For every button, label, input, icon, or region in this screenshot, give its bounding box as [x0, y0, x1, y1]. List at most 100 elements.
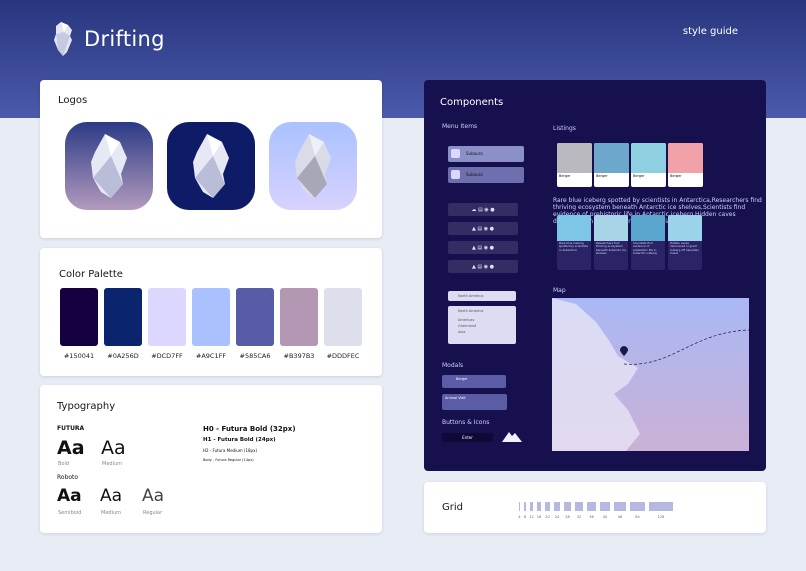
sample-semibold: Aa — [57, 486, 82, 506]
grid-label: 64 — [635, 515, 640, 519]
sample-bold: Aa — [57, 437, 85, 459]
grid-bar — [630, 502, 645, 511]
news-image — [668, 215, 702, 241]
map-view[interactable] — [552, 298, 749, 451]
logos-title: Logos — [58, 95, 88, 106]
label-medium: Medium — [102, 461, 122, 467]
buttons-heading: Buttons & Icons — [442, 419, 490, 426]
listing-image — [668, 143, 703, 173]
location-pin-icon[interactable] — [620, 346, 628, 356]
sample-medium-roboto: Aa — [100, 486, 123, 506]
grid-title: Grid — [442, 502, 463, 513]
components-panel: Components Menu Items Listings Subaura S… — [424, 80, 766, 471]
color-hex-label: #DDDFEC — [326, 352, 360, 360]
typography-card: Typography FUTURA Aa Bold Aa Medium Robo… — [40, 385, 382, 533]
modal-card[interactable]: Berger — [442, 375, 506, 388]
news-image — [594, 215, 628, 241]
enter-button[interactable]: Enter — [442, 433, 493, 442]
futura-label: FUTURA — [57, 425, 85, 432]
style-guide-link[interactable]: style guide — [683, 26, 738, 37]
palette-title: Color Palette — [59, 269, 123, 280]
components-title: Components — [440, 97, 504, 108]
grid-bar — [575, 502, 583, 511]
news-card[interactable]: Rare blue iceberg spotted by scientists … — [557, 215, 591, 270]
map-heading: Map — [553, 287, 566, 294]
grid-bar — [537, 502, 541, 511]
option-item[interactable]: Asia — [448, 328, 516, 334]
grid-card: Grid 4 8 12 16 20 24 28 32 36 40 48 64 128 — [424, 482, 766, 533]
menu-item-label: Subaura — [466, 151, 483, 156]
listing-image — [557, 143, 592, 173]
modals-heading: Modals — [442, 362, 464, 369]
label-bold: Bold — [58, 461, 70, 467]
iceberg-icon — [91, 134, 127, 198]
menu-item-active[interactable]: Subaura — [448, 146, 524, 162]
listing-image — [631, 143, 666, 173]
icon-row[interactable]: ▲ ▤ ◉ ● — [448, 241, 518, 254]
listing-title: Berger — [596, 174, 608, 178]
news-card[interactable]: Hidden caves discovered in giant iceberg… — [668, 215, 702, 270]
color-swatch — [60, 288, 98, 346]
news-image — [557, 215, 591, 241]
grid-bar — [524, 502, 526, 511]
h1-sample: H1 - Futura Bold (24px) — [203, 437, 276, 443]
palette-card: Color Palette #150041 #0A256D #DCD7FF #A9C1… — [40, 248, 382, 376]
news-card[interactable]: Researchers find thriving ecosystem bene… — [594, 215, 628, 270]
color-swatch — [236, 288, 274, 346]
icon-row[interactable]: ☁ ▤ ◉ ● — [448, 203, 518, 216]
news-headline: Hidden caves discovered in giant iceberg… — [670, 241, 700, 256]
news-image — [631, 215, 665, 241]
grid-bar — [649, 502, 673, 511]
label-semibold: Semibold — [58, 510, 82, 516]
color-swatch — [104, 288, 142, 346]
grid-bar — [564, 502, 571, 511]
avatar — [451, 170, 460, 179]
color-swatch — [280, 288, 318, 346]
icon-row[interactable]: ▲ ▤ ◉ ● — [448, 222, 518, 235]
listing-image — [594, 143, 629, 173]
select-value: North America — [458, 294, 484, 298]
grid-bar — [600, 502, 610, 511]
h2-sample: H2 - Futura Medium (18px) — [203, 448, 258, 453]
logo-gradient — [65, 122, 153, 210]
grid-bar — [530, 502, 533, 511]
logos-card: Logos — [40, 80, 382, 238]
grid-bar — [554, 502, 560, 511]
select-field[interactable]: North America — [448, 291, 516, 301]
listing-title: Berger — [633, 174, 645, 178]
listing-card[interactable]: Berger — [631, 143, 666, 187]
mountain-icon[interactable] — [502, 430, 522, 442]
grid-bar — [545, 502, 550, 511]
icon-row[interactable]: ▲ ▤ ◉ ● — [448, 260, 518, 273]
label-medium-roboto: Medium — [101, 510, 121, 516]
roboto-label: Roboto — [57, 474, 79, 481]
listing-card[interactable]: Berger — [594, 143, 629, 187]
brand[interactable]: Drifting — [52, 22, 165, 56]
modal-title: Berger — [456, 377, 468, 381]
listing-card[interactable]: Berger — [668, 143, 703, 187]
grid-bar — [587, 502, 596, 511]
select-open[interactable]: North America Americas Greenland Asia — [448, 306, 516, 344]
news-card[interactable]: Scientists find evidence of prehistoric … — [631, 215, 665, 270]
sample-regular: Aa — [142, 486, 165, 506]
modal-card-2[interactable]: Animal Visit — [442, 394, 507, 410]
logo-light — [269, 122, 357, 210]
menu-item-label: Subaura — [466, 172, 483, 177]
color-swatch — [324, 288, 362, 346]
listing-title: Berger — [559, 174, 571, 178]
menu-item[interactable]: Subaura — [448, 167, 524, 183]
listing-card[interactable]: Berger — [557, 143, 592, 187]
news-headline: Rare blue iceberg spotted by scientists … — [559, 241, 588, 252]
avatar — [451, 149, 460, 158]
listing-title: Berger — [670, 174, 682, 178]
h0-sample: H0 - Futura Bold (32px) — [203, 425, 296, 433]
iceberg-icon — [295, 134, 331, 198]
news-headline: Researchers find thriving ecosystem bene… — [596, 241, 626, 256]
listings-heading: Listings — [553, 125, 576, 132]
grid-bar — [614, 502, 626, 511]
grid-label: 128 — [657, 515, 665, 519]
typography-title: Typography — [57, 401, 116, 412]
brand-name: Drifting — [84, 27, 165, 51]
sample-medium: Aa — [101, 437, 126, 459]
label-regular: Regular — [143, 510, 163, 516]
